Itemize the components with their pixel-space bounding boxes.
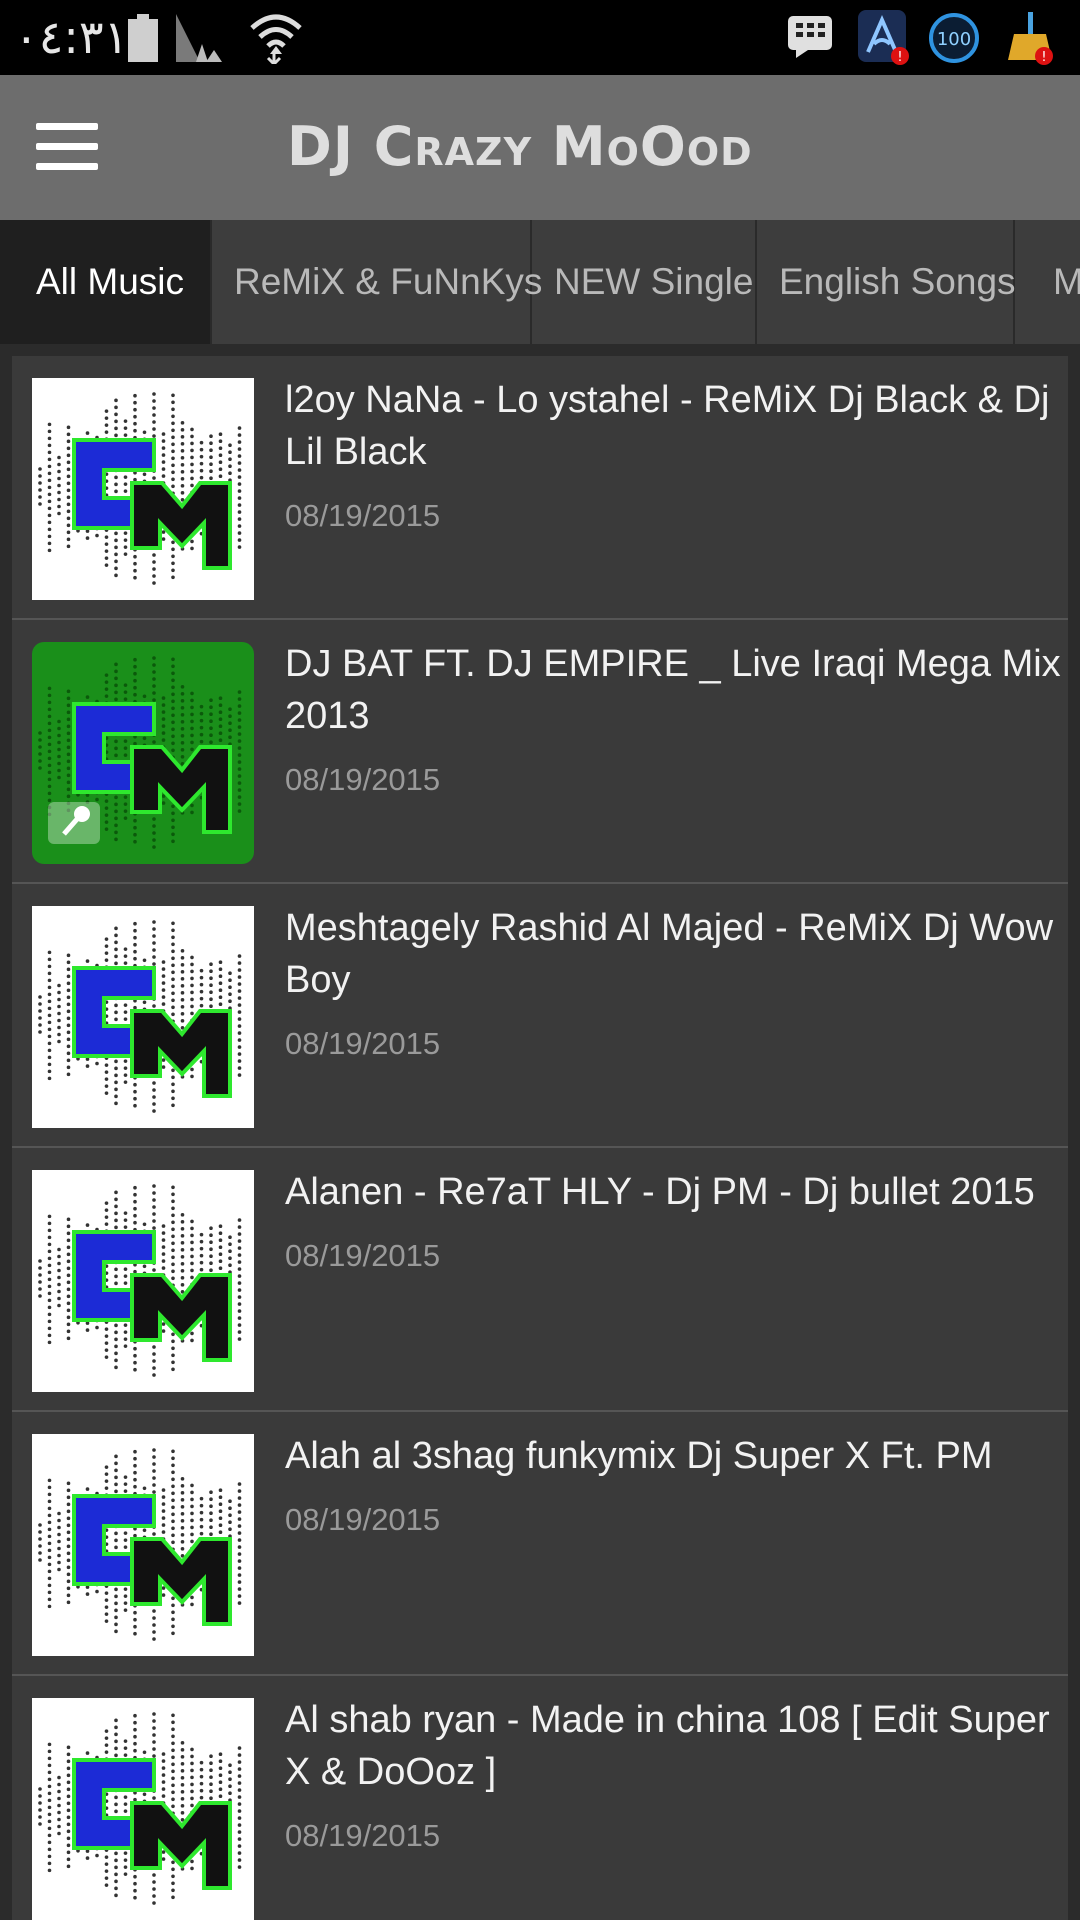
song-thumbnail	[32, 1698, 254, 1920]
status-time: ٠٤:٣١	[14, 10, 129, 64]
battery-icon	[128, 14, 158, 62]
list-item[interactable]: l2oy NaNa - Lo ystahel - ReMiX Dj Black …	[12, 356, 1068, 620]
song-thumbnail	[32, 378, 254, 600]
tab-english-songs[interactable]: English Songs	[757, 220, 1016, 344]
svg-text:!: !	[897, 50, 902, 65]
wifi-icon	[250, 14, 302, 64]
hamburger-menu-icon[interactable]	[36, 123, 98, 173]
song-title: DJ BAT FT. DJ EMPIRE _ Live Iraqi Mega M…	[285, 643, 1061, 737]
song-date: 08/19/2015	[285, 498, 441, 533]
score-100-icon: 100	[929, 13, 979, 63]
song-list: l2oy NaNa - Lo ystahel - ReMiX Dj Black …	[12, 356, 1068, 1920]
bbm-icon	[788, 16, 832, 58]
song-title: Al shab ryan - Made in china 108 [ Edit …	[285, 1699, 1050, 1793]
app-title: DJ Crazy MoOod	[287, 115, 753, 178]
song-title: l2oy NaNa - Lo ystahel - ReMiX Dj Black …	[285, 379, 1050, 473]
song-thumbnail	[32, 1170, 254, 1392]
cleaner-alert-icon: !	[1008, 12, 1053, 65]
list-item[interactable]: Al shab ryan - Made in china 108 [ Edit …	[12, 1676, 1068, 1920]
list-item[interactable]: Alanen - Re7aT HLY - Dj PM - Dj bullet 2…	[12, 1148, 1068, 1412]
song-date: 08/19/2015	[285, 1818, 441, 1853]
song-thumbnail	[32, 642, 254, 864]
app-alert-icon: !	[858, 10, 909, 65]
list-item[interactable]: Alah al 3shag funkymix Dj Super X Ft. PM…	[12, 1412, 1068, 1676]
song-thumbnail	[32, 1434, 254, 1656]
tab-all-music[interactable]: All Music	[0, 220, 212, 344]
tab-remix-funnkys[interactable]: ReMiX & FuNnKys	[212, 220, 542, 344]
category-tabs: All Music ReMiX & FuNnKys NEW Single Eng…	[0, 220, 1080, 344]
song-thumbnail	[32, 906, 254, 1128]
song-date: 08/19/2015	[285, 1238, 441, 1273]
song-title: Meshtagely Rashid Al Majed - ReMiX Dj Wo…	[285, 907, 1054, 1001]
list-item[interactable]: Meshtagely Rashid Al Majed - ReMiX Dj Wo…	[12, 884, 1068, 1148]
status-bar: ٠٤:٣١ ! 100 !	[0, 0, 1080, 75]
tab-more[interactable]: M	[1015, 220, 1080, 344]
app-bar: DJ Crazy MoOod	[0, 75, 1080, 220]
score-100-label: 100	[937, 29, 971, 50]
song-title: Alanen - Re7aT HLY - Dj PM - Dj bullet 2…	[285, 1171, 1035, 1213]
svg-text:!: !	[1041, 50, 1046, 65]
signal-icon	[176, 14, 222, 62]
song-date: 08/19/2015	[285, 1502, 441, 1537]
song-title: Alah al 3shag funkymix Dj Super X Ft. PM	[285, 1435, 993, 1477]
song-date: 08/19/2015	[285, 762, 441, 797]
tab-new-single[interactable]: NEW Single	[532, 220, 757, 344]
song-date: 08/19/2015	[285, 1026, 441, 1061]
list-item[interactable]: DJ BAT FT. DJ EMPIRE _ Live Iraqi Mega M…	[12, 620, 1068, 884]
